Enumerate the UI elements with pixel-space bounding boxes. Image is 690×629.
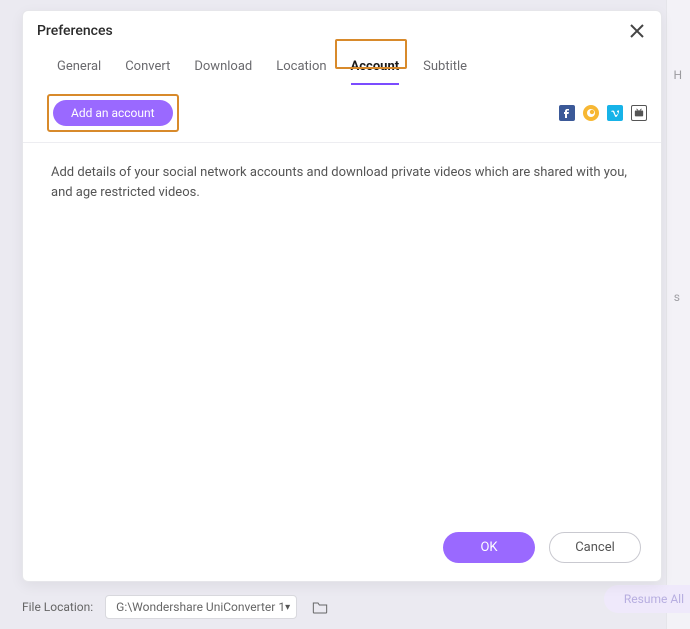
preferences-dialog: Preferences General Convert Download Loc… (22, 10, 662, 582)
file-location-bar: File Location: G:\Wondershare UniConvert… (22, 595, 666, 619)
dialog-footer: OK Cancel (23, 518, 661, 581)
close-icon (630, 24, 644, 38)
tab-bar: General Convert Download Location Accoun… (23, 45, 661, 84)
chevron-down-icon: ▾ (285, 602, 290, 613)
cancel-button[interactable]: Cancel (549, 532, 641, 563)
app-backdrop: H s Resume All File Location: G:\Wonders… (0, 0, 690, 629)
tab-location[interactable]: Location (276, 59, 326, 84)
tab-subtitle[interactable]: Subtitle (423, 59, 467, 84)
background-panel-right (666, 0, 690, 629)
account-description: Add details of your social network accou… (23, 143, 661, 518)
account-action-row: Add an account (23, 84, 661, 143)
open-folder-button[interactable] (309, 597, 331, 617)
close-button[interactable] (627, 21, 647, 41)
social-icons-row (559, 105, 647, 121)
file-location-label: File Location: (22, 600, 93, 614)
vimeo-icon[interactable] (607, 105, 623, 121)
add-account-button[interactable]: Add an account (53, 100, 173, 126)
ok-button[interactable]: OK (443, 532, 535, 563)
niconico-icon[interactable] (631, 105, 647, 121)
crunchyroll-icon[interactable] (583, 105, 599, 121)
tab-account[interactable]: Account (351, 59, 400, 84)
tab-general[interactable]: General (57, 59, 101, 84)
background-letter-s: s (674, 290, 680, 304)
folder-icon (312, 600, 328, 614)
tab-download[interactable]: Download (194, 59, 252, 84)
background-letter-h: H (673, 68, 682, 82)
dialog-header: Preferences (23, 11, 661, 45)
file-location-value: G:\Wondershare UniConverter 1 (116, 600, 285, 614)
add-account-button-wrap: Add an account (49, 96, 177, 130)
file-location-dropdown[interactable]: G:\Wondershare UniConverter 1 ▾ (105, 595, 297, 619)
dialog-title: Preferences (37, 23, 113, 39)
tab-convert[interactable]: Convert (125, 59, 170, 84)
facebook-icon[interactable] (559, 105, 575, 121)
